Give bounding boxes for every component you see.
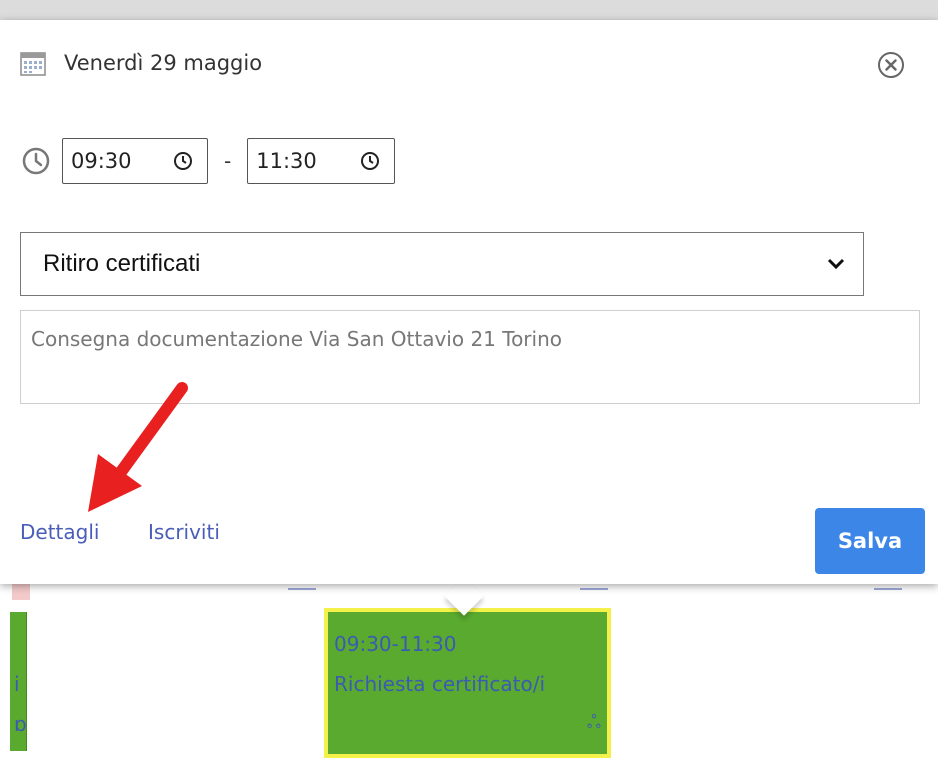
start-time-input[interactable]: 09:30 [62,138,208,184]
time-picker-icon[interactable] [360,151,380,171]
notes-text: Consegna documentazione Via San Ottavio … [31,327,562,351]
save-button[interactable]: Salva [815,508,925,574]
participants-icon: ஃ [586,712,601,733]
event-time: 09:30-11:30 [334,632,457,656]
details-link[interactable]: Dettagli [20,520,99,544]
subscribe-link[interactable]: Iscriviti [148,520,220,544]
calendar-event[interactable]: 09:30-11:30 Richiesta certificato/i ஃ [324,608,611,758]
calendar-divider [288,588,316,590]
popup-date-title: Venerdì 29 maggio [64,51,263,75]
clock-icon [22,147,50,175]
chevron-down-icon [827,258,845,270]
time-separator: - [224,149,232,173]
calendar-icon [20,52,46,76]
calendar-day-marker [12,584,30,600]
time-picker-icon[interactable] [173,151,193,171]
event-popup: Venerdì 29 maggio 09:30 - 11:30 Ritiro c… [0,20,938,584]
event-title: Richiesta certificato/i [334,672,546,696]
calendar-divider [580,588,608,590]
event-left-glyph: ɒ [14,712,27,736]
event-left-glyph: i [14,672,20,696]
category-select[interactable]: Ritiro certificati [20,232,864,296]
start-time-value: 09:30 [71,149,132,173]
time-range: 09:30 - 11:30 [20,138,396,184]
date-header: Venerdì 29 maggio [20,50,262,76]
top-bar [0,0,938,20]
calendar-event-left[interactable]: i ɒ [10,612,27,751]
close-icon[interactable] [876,50,906,80]
category-select-value: Ritiro certificati [43,250,201,277]
end-time-value: 11:30 [256,149,317,173]
calendar-divider [874,588,902,590]
annotation-arrow-icon [88,382,188,512]
end-time-input[interactable]: 11:30 [247,138,396,184]
